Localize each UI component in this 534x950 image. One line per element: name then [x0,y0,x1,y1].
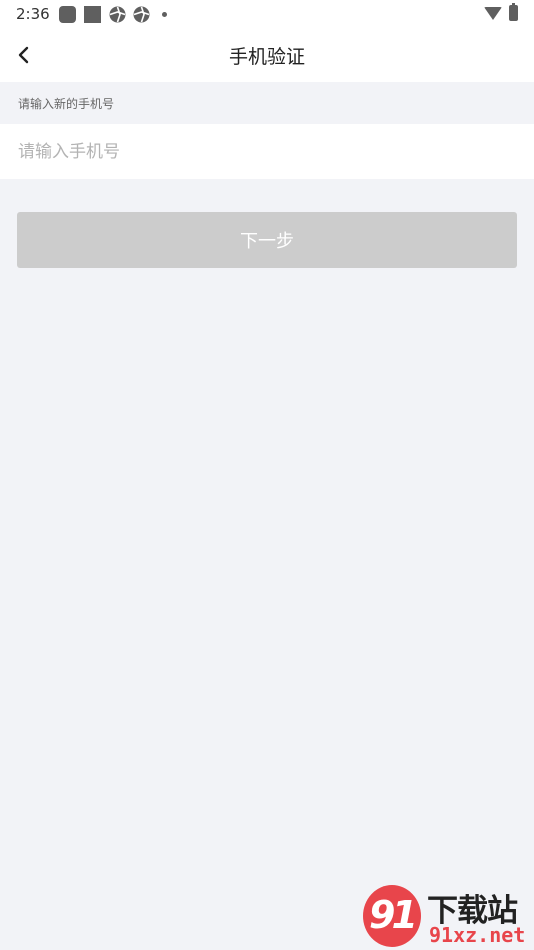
aperture-icon-2 [133,6,150,23]
phone-number-input[interactable] [18,124,518,179]
top-navigation-bar: 手机验证 [0,28,534,82]
watermark-url: 91xz.net [429,923,526,947]
aperture-icon [109,6,126,23]
next-step-button[interactable]: 下一步 [17,212,517,268]
status-time: 2:36 [16,5,50,23]
status-bar: 2:36 [0,0,534,28]
battery-icon [509,3,518,21]
watermark-logo: 91 下载站 91xz.net [363,885,534,950]
notification-icon [59,6,76,23]
phone-hint-label: 请输入新的手机号 [18,97,115,111]
page-title: 手机验证 [228,46,305,68]
notification-square-icon [84,6,101,23]
phone-input-row [0,124,534,179]
more-notifications-dot-icon [162,12,167,17]
watermark-badge-icon: 91 [363,885,421,947]
watermark-badge-text: 91 [369,893,418,937]
wifi-icon [484,7,502,20]
